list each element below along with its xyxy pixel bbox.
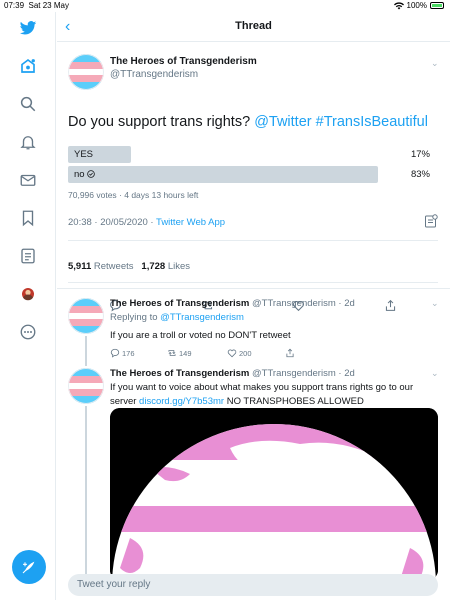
reply-author-line[interactable]: The Heroes of Transgenderism @TTransgend… [110, 368, 355, 379]
like-count: 200 [239, 348, 252, 358]
engagement-stats: 5,911 Retweets 1,728 Likes [68, 261, 190, 272]
thread-connector-line [85, 406, 87, 576]
page-title: Thread [235, 20, 272, 32]
divider [68, 240, 438, 241]
battery-percent: 100% [406, 1, 427, 10]
divider [68, 282, 438, 283]
reply-tweet: The Heroes of Transgenderism @TTransgend… [57, 290, 450, 366]
author-avatar[interactable] [68, 298, 104, 334]
reply-author-name: The Heroes of Transgenderism [110, 368, 250, 379]
reply-text-suffix: NO TRANSPHOBES ALLOWED [224, 396, 364, 407]
retweet-count: 149 [179, 348, 192, 358]
retweets-label: Retweets [93, 261, 134, 272]
poll-option-percent: 17% [410, 149, 430, 160]
wifi-icon [393, 1, 404, 9]
reply-text-line-1: If you want to voice about what makes yo… [110, 382, 414, 393]
status-right: 100% [393, 1, 444, 10]
tweet-media-image[interactable] [110, 408, 438, 580]
reply-text-line-2: server discord.gg/Y7b53mr NO TRANSPHOBES… [110, 396, 364, 407]
reply-text-prefix: server [110, 396, 140, 407]
tweet-text: Do you support trans rights? @Twitter #T… [68, 114, 428, 130]
share-icon [286, 348, 294, 358]
poll-meta: 70,996 votes · 4 days 13 hours left [68, 190, 199, 200]
reply-button[interactable]: 176 [110, 348, 135, 358]
status-date: Sat 23 May [28, 1, 69, 10]
profile-avatar[interactable] [18, 284, 38, 304]
timestamp-text: 20:38 · 20/05/2020 · [68, 217, 157, 228]
source-link[interactable]: Twitter Web App [156, 217, 225, 228]
hashtag-link[interactable]: #TransIsBeautiful [316, 114, 428, 130]
trans-globe-avatar-image [68, 54, 104, 90]
reply-handle-time: @TTransgenderism · 2d [249, 298, 355, 309]
bookmarks-icon[interactable] [18, 208, 38, 228]
status-time: 07:39 [4, 1, 25, 10]
retweets-stat[interactable]: 5,911 Retweets [68, 261, 134, 272]
twitter-logo-icon[interactable] [18, 18, 38, 38]
sidebar [0, 12, 56, 600]
likes-label: Likes [167, 261, 191, 272]
compose-tweet-button[interactable] [12, 550, 46, 584]
likes-stat[interactable]: 1,728 Likes [141, 261, 190, 272]
retweets-count: 5,911 [68, 261, 92, 272]
replying-to-link[interactable]: @TTransgenderism [160, 312, 244, 323]
discord-link[interactable]: discord.gg/Y7b53mr [139, 396, 224, 407]
reply-input-placeholder: Tweet your reply [77, 579, 151, 590]
reply-text: If you are a troll or voted no DON'T ret… [110, 330, 291, 341]
analytics-icon[interactable] [424, 214, 438, 228]
reply-count: 176 [122, 348, 135, 358]
poll-option-no: no 83% [68, 166, 438, 183]
messages-envelope-icon[interactable] [18, 170, 38, 190]
heart-icon [227, 349, 237, 358]
like-button[interactable]: 200 [227, 348, 252, 358]
poll-option-label: no [74, 169, 95, 180]
trans-globe-avatar-image [68, 298, 104, 334]
author-avatar[interactable] [68, 54, 104, 90]
compose-feather-icon [22, 561, 35, 574]
reply-author-line[interactable]: The Heroes of Transgenderism @TTransgend… [110, 298, 355, 309]
reply-handle-time: @TTransgenderism · 2d [249, 368, 355, 379]
tweet-menu-chevron-icon[interactable]: ⌄ [431, 368, 439, 379]
mention-link[interactable]: @Twitter [254, 114, 311, 130]
notifications-bell-icon[interactable] [18, 132, 38, 152]
poll-option-percent: 83% [410, 169, 430, 180]
tweet-menu-chevron-icon[interactable]: ⌄ [431, 298, 439, 309]
thread-header: ‹ Thread [57, 12, 450, 42]
author-avatar[interactable] [68, 368, 104, 404]
divider [57, 288, 450, 289]
battery-icon [430, 2, 444, 9]
tweet-menu-chevron-icon[interactable]: ⌄ [431, 58, 439, 69]
trans-flag-globe-image [110, 408, 438, 580]
more-options-icon[interactable] [18, 322, 38, 342]
replying-prefix: Replying to [110, 312, 161, 323]
retweet-icon [168, 350, 176, 356]
poll-bar-no [68, 166, 378, 183]
retweet-button[interactable]: 149 [167, 348, 192, 358]
author-name[interactable]: The Heroes of Transgenderism [110, 56, 257, 67]
reply-input[interactable]: Tweet your reply [68, 574, 438, 596]
author-handle[interactable]: @TTransgenderism [110, 69, 198, 80]
thread-column: ‹ Thread The Heroes of Transgenderism @T… [57, 12, 450, 600]
search-icon[interactable] [18, 94, 38, 114]
lists-icon[interactable] [18, 246, 38, 266]
status-time-date: 07:39 Sat 23 May [4, 1, 69, 10]
status-bar: 07:39 Sat 23 May 100% [0, 0, 450, 12]
likes-count: 1,728 [141, 261, 166, 272]
poll-option-text: no [74, 169, 85, 180]
poll-option-yes: YES 17% [68, 146, 438, 163]
share-button[interactable] [285, 348, 295, 358]
poll-option-label: YES [74, 149, 94, 160]
tweet-timestamp: 20:38 · 20/05/2020 · Twitter Web App [68, 217, 225, 228]
home-icon[interactable] [18, 56, 38, 76]
replying-to: Replying to @TTransgenderism [110, 312, 244, 323]
reply-bubble-icon [110, 348, 120, 358]
reply-author-name: The Heroes of Transgenderism [110, 298, 250, 309]
tweet-text-plain: Do you support trans rights? [68, 114, 255, 130]
trans-globe-avatar-image [68, 368, 104, 404]
winner-check-icon [87, 170, 95, 178]
